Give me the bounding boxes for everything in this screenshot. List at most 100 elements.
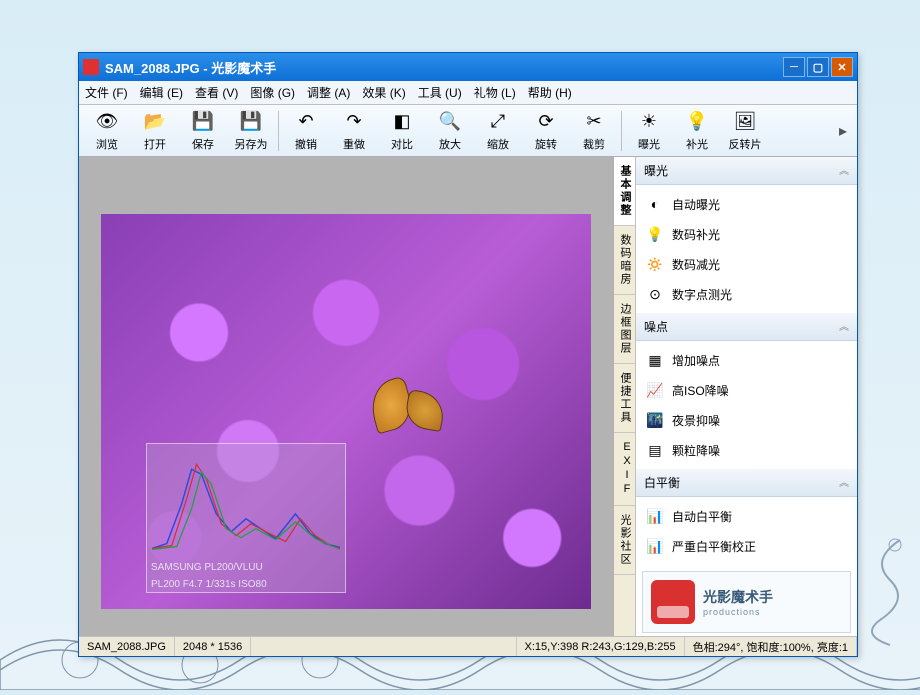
redo-icon: ↷ — [342, 110, 366, 134]
vertical-tabs: 基本调整数码暗房边框图层便捷工具EXIF光影社区 — [613, 157, 635, 636]
menubar: 文件 (F) 编辑 (E) 查看 (V) 图像 (G) 调整 (A) 效果 (K) 工具 (… — [79, 81, 857, 105]
toolbar-label: 裁剪 — [583, 136, 605, 152]
image-content — [371, 380, 451, 435]
panel-header[interactable]: 白平衡︽ — [636, 469, 857, 497]
toolbar-label: 浏览 — [96, 136, 118, 152]
undo-button[interactable]: ↶撤销 — [282, 107, 330, 155]
titlebar[interactable]: SAM_2088.JPG - 光影魔术手 ─ ▢ ✕ — [79, 53, 857, 81]
action-icon: ⊙ — [646, 285, 664, 303]
toolbar-more[interactable]: ▸ — [833, 121, 853, 141]
compare-button[interactable]: ◧对比 — [378, 107, 426, 155]
open-icon: 📂 — [143, 110, 167, 134]
toolbar-label: 对比 — [391, 136, 413, 152]
redo-button[interactable]: ↷ 重做 — [330, 107, 378, 155]
save-button[interactable]: 💾 保存 — [179, 107, 227, 155]
toolbar-label: 旋转 — [535, 136, 557, 152]
action-label: 数字点测光 — [672, 286, 732, 303]
action-item[interactable]: ▤颗粒降噪 — [636, 435, 857, 465]
side-panel: 曝光︽◐自动曝光💡数码补光🔅数码减光⊙数字点测光噪点︽▦增加噪点📈高ISO降噪🌃… — [635, 157, 857, 636]
fill-button[interactable]: 💡补光 — [673, 107, 721, 155]
exif-line1: SAMSUNG PL200/VLUU — [147, 559, 345, 576]
saveas-icon: 💾 — [239, 110, 263, 134]
menu-item[interactable]: 调整 (A) — [307, 84, 350, 101]
crop-icon: ✂ — [582, 110, 606, 134]
brand-box[interactable]: 光影魔术手productions — [642, 571, 851, 633]
action-item[interactable]: ◐自动曝光 — [636, 189, 857, 219]
image-preview[interactable]: SAMSUNG PL200/VLUU PL200 F4.7 1/331s ISO… — [101, 214, 591, 609]
exposure-button[interactable]: ☀ 曝光 — [625, 107, 673, 155]
reversal-button[interactable]: 🖼反转片 — [721, 107, 769, 155]
action-icon: 🌃 — [646, 411, 664, 429]
action-item[interactable]: 📊自动白平衡 — [636, 501, 857, 531]
zoomin-icon: 🔍 — [438, 110, 462, 134]
toolbar-label: 曝光 — [638, 136, 660, 152]
action-item[interactable]: 📊 严重白平衡校正 — [636, 531, 857, 561]
rotate-button[interactable]: ⟳ 旋转 — [522, 107, 570, 155]
action-item[interactable]: 📈高ISO降噪 — [636, 375, 857, 405]
action-item[interactable]: 💡 数码补光 — [636, 219, 857, 249]
panel-header[interactable]: 曝光︽ — [636, 157, 857, 185]
toolbar-label: 另存为 — [235, 136, 268, 152]
collapse-icon: ︽ — [839, 162, 849, 179]
menu-item[interactable]: 查看 (V) — [195, 84, 238, 101]
panel-title: 白平衡 — [644, 474, 680, 491]
toolbar-label: 保存 — [192, 136, 214, 152]
maximize-button[interactable]: ▢ — [807, 57, 829, 77]
action-item[interactable]: 🌃夜景抑噪 — [636, 405, 857, 435]
close-button[interactable]: ✕ — [831, 57, 853, 77]
action-item[interactable]: ⊙ 数字点测光 — [636, 279, 857, 309]
toolbar-label: 补光 — [686, 136, 708, 152]
toolbar-label: 缩放 — [487, 136, 509, 152]
canvas-area[interactable]: SAMSUNG PL200/VLUU PL200 F4.7 1/331s ISO… — [79, 157, 613, 636]
action-label: 高ISO降噪 — [672, 382, 729, 399]
action-label: 自动白平衡 — [672, 508, 732, 525]
action-item[interactable]: ▦增加噪点 — [636, 345, 857, 375]
vtab-0[interactable]: 基本调整 — [614, 157, 635, 226]
browse-icon: 👁 — [95, 110, 119, 134]
menu-item[interactable]: 效果 (K) — [362, 84, 405, 101]
exposure-icon: ☀ — [637, 110, 661, 134]
menu-item[interactable]: 工具 (U) — [418, 84, 462, 101]
toolbar-label: 重做 — [343, 136, 365, 152]
zoom-button[interactable]: ⤢ 缩放 — [474, 107, 522, 155]
panel-title: 噪点 — [644, 318, 668, 335]
open-button[interactable]: 📂打开 — [131, 107, 179, 155]
zoom-icon: ⤢ — [486, 110, 510, 134]
action-icon: 💡 — [646, 225, 664, 243]
minimize-button[interactable]: ─ — [783, 57, 805, 77]
crop-button[interactable]: ✂ 裁剪 — [570, 107, 618, 155]
toolbar: 👁 浏览 📂打开 💾 保存 💾 另存为 ↶撤销 ↷ 重做 ◧对比 🔍 放大 ⤢ 缩放 ⟳ 旋转 ✂ 裁剪 ☀ 曝光 💡补光… — [79, 105, 857, 157]
status-pos: X:15,Y:398 R:243,G:129,B:255 — [517, 637, 685, 656]
action-icon: 📊 — [646, 537, 664, 555]
brand-logo — [651, 580, 695, 624]
rotate-icon: ⟳ — [534, 110, 558, 134]
vtab-5[interactable]: 光影社区 — [614, 506, 635, 575]
vtab-1[interactable]: 数码暗房 — [614, 226, 635, 295]
status-hsl: 色相:294°, 饱和度:100%, 亮度:1 — [685, 637, 857, 656]
vtab-4[interactable]: EXIF — [614, 433, 635, 506]
undo-icon: ↶ — [294, 110, 318, 134]
status-file: SAM_2088.JPG — [79, 637, 175, 656]
toolbar-label: 放大 — [439, 136, 461, 152]
vtab-3[interactable]: 便捷工具 — [614, 364, 635, 433]
exif-line2: PL200 F4.7 1/331s ISO80 — [147, 576, 345, 593]
action-label: 自动曝光 — [672, 196, 720, 213]
menu-item[interactable]: 帮助 (H) — [528, 84, 572, 101]
saveas-button[interactable]: 💾 另存为 — [227, 107, 275, 155]
zoomin-button[interactable]: 🔍 放大 — [426, 107, 474, 155]
browse-button[interactable]: 👁 浏览 — [83, 107, 131, 155]
menu-item[interactable]: 图像 (G) — [250, 84, 295, 101]
vtab-2[interactable]: 边框图层 — [614, 295, 635, 364]
histogram-overlay[interactable]: SAMSUNG PL200/VLUU PL200 F4.7 1/331s ISO… — [146, 443, 346, 593]
action-icon: ▦ — [646, 351, 664, 369]
action-item[interactable]: 🔅数码减光 — [636, 249, 857, 279]
collapse-icon: ︽ — [839, 318, 849, 335]
action-label: 严重白平衡校正 — [672, 538, 756, 555]
menu-item[interactable]: 礼物 (L) — [474, 84, 516, 101]
save-icon: 💾 — [191, 110, 215, 134]
menu-item[interactable]: 编辑 (E) — [140, 84, 183, 101]
action-label: 数码减光 — [672, 256, 720, 273]
action-label: 数码补光 — [672, 226, 720, 243]
panel-header[interactable]: 噪点 ︽ — [636, 313, 857, 341]
menu-item[interactable]: 文件 (F) — [85, 84, 128, 101]
